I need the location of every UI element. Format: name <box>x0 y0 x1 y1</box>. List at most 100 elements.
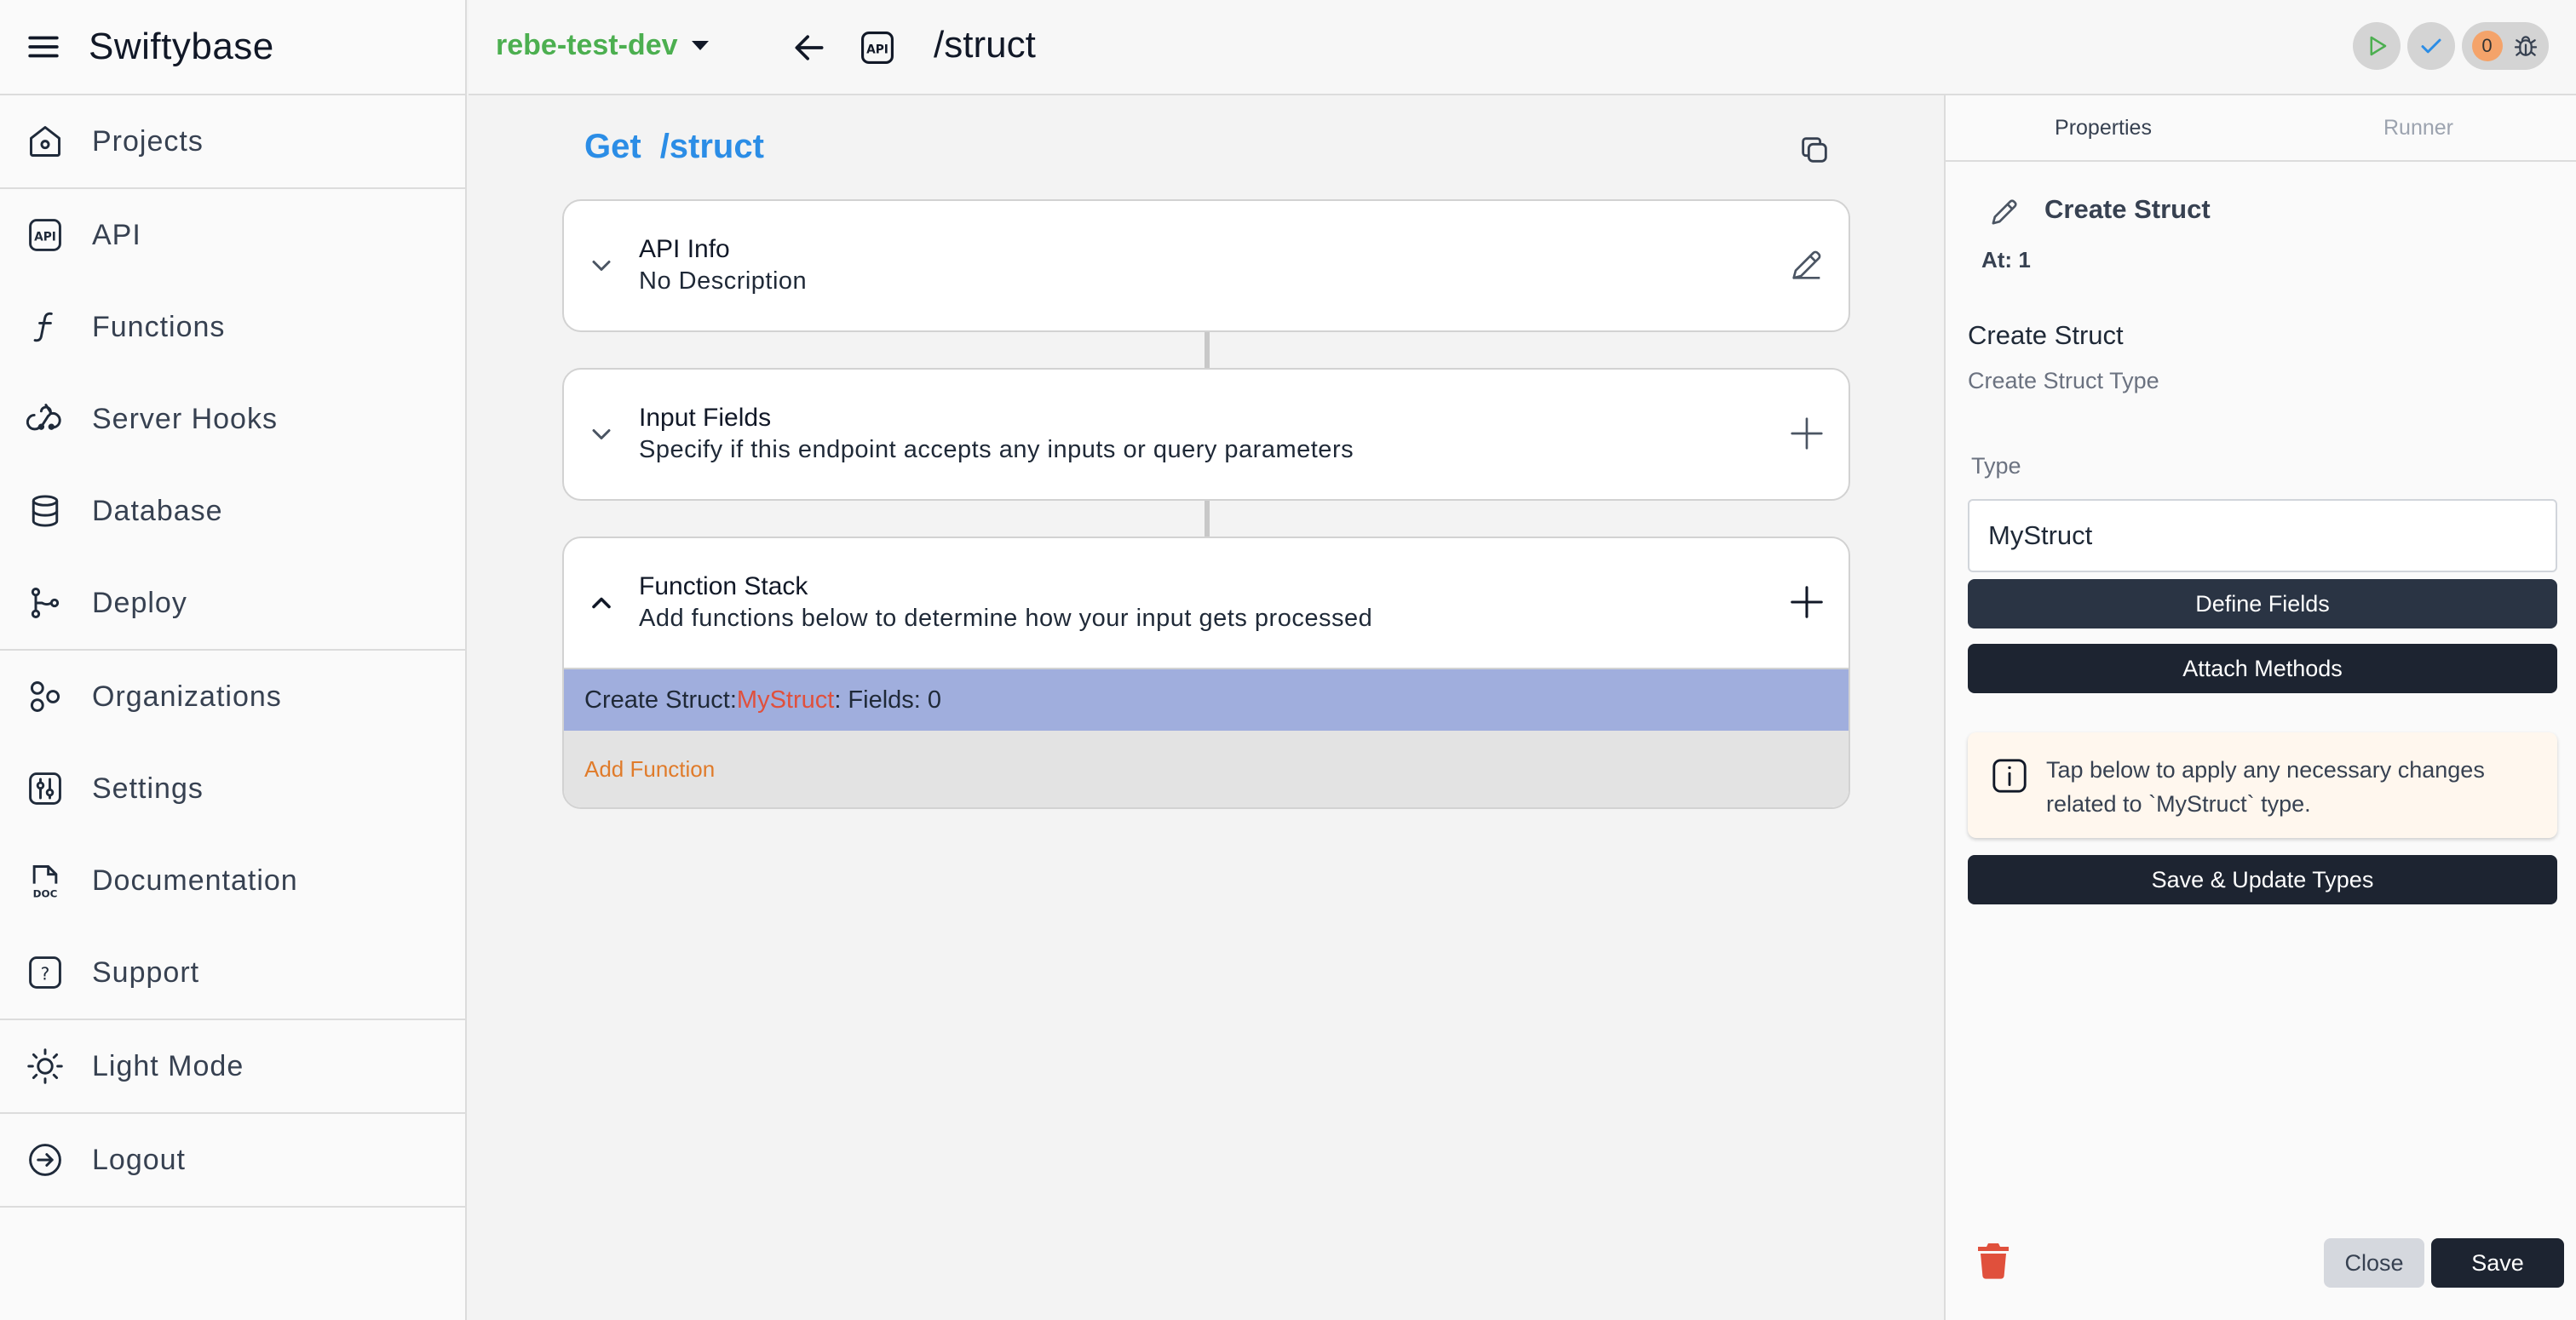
input-fields-header[interactable]: Input Fields Specify if this endpoint ac… <box>564 370 1849 499</box>
api-icon: API <box>859 29 896 66</box>
webhook-icon <box>26 399 65 439</box>
sidebar-item-server-hooks[interactable]: Server Hooks <box>0 373 465 465</box>
sidebar-item-label: Deploy <box>92 586 187 619</box>
save-button[interactable]: Save <box>2431 1238 2564 1288</box>
type-input[interactable] <box>1968 499 2557 572</box>
logout-icon <box>26 1140 65 1179</box>
card-description: Add functions below to determine how you… <box>639 605 1373 632</box>
sidebar-item-label: Organizations <box>92 680 282 713</box>
nav-group-account: Organizations Settings DOC Documentation… <box>0 651 465 1020</box>
caret-down-icon <box>691 41 709 50</box>
endpoint-path: /struct <box>659 128 764 165</box>
edit-pencil-icon[interactable] <box>1787 245 1826 284</box>
function-stack-item[interactable]: Create Struct: MyStruct: Fields: 0 <box>564 668 1849 731</box>
api-icon: API <box>26 215 65 255</box>
hamburger-menu-icon[interactable] <box>26 29 61 65</box>
top-bar: rebe-test-dev API /struct 0 <box>469 0 2576 95</box>
sidebar-item-database[interactable]: Database <box>0 465 465 557</box>
input-fields-card: Input Fields Specify if this endpoint ac… <box>562 368 1850 501</box>
brand-title: Swiftybase <box>89 26 274 67</box>
info-note: Tap below to apply any necessary changes… <box>1968 732 2557 838</box>
card-description: Specify if this endpoint accepts any inp… <box>639 436 1354 463</box>
svg-text:DOC: DOC <box>33 887 58 899</box>
properties-panel: Properties Runner Create Struct At: 1 Cr… <box>1944 95 2576 1320</box>
sidebar-item-light-mode[interactable]: Light Mode <box>0 1020 465 1112</box>
function-icon <box>26 307 65 347</box>
info-note-text: Tap below to apply any necessary changes… <box>2046 757 2485 817</box>
sidebar-item-logout[interactable]: Logout <box>0 1114 465 1206</box>
endpoint-header: Get/struct <box>584 128 764 166</box>
sidebar-item-label: Light Mode <box>92 1049 244 1082</box>
sidebar-item-label: API <box>92 218 141 251</box>
sidebar-item-label: Database <box>92 494 223 527</box>
chevron-up-icon[interactable] <box>586 588 617 618</box>
trash-icon[interactable] <box>1976 1242 2010 1279</box>
sidebar-item-organizations[interactable]: Organizations <box>0 651 465 743</box>
nav-group-theme: Light Mode <box>0 1020 465 1114</box>
organizations-icon <box>26 677 65 716</box>
project-selector[interactable]: rebe-test-dev <box>496 29 709 62</box>
info-icon <box>1990 756 2029 795</box>
sidebar-item-projects[interactable]: Projects <box>0 95 465 187</box>
page-title: /struct <box>934 24 1036 66</box>
database-icon <box>26 491 65 531</box>
validate-button[interactable] <box>2407 22 2455 70</box>
pencil-icon[interactable] <box>1988 194 2022 228</box>
house-icon <box>26 122 65 161</box>
add-input-plus-icon[interactable] <box>1787 414 1826 453</box>
nav-group-logout: Logout <box>0 1114 465 1208</box>
function-item-type: MyStruct <box>736 686 835 714</box>
sun-icon <box>26 1047 65 1086</box>
chevron-down-icon[interactable] <box>586 250 617 281</box>
api-info-header[interactable]: API Info No Description <box>564 201 1849 330</box>
copy-icon[interactable] <box>1797 133 1831 167</box>
tab-runner[interactable]: Runner <box>2261 95 2576 160</box>
function-item-prefix: Create Struct: <box>584 686 737 714</box>
brand-header: Swiftybase <box>0 0 465 95</box>
add-function-link[interactable]: Add Function <box>564 731 1849 807</box>
error-count-badge: 0 <box>2471 31 2503 61</box>
attach-methods-button[interactable]: Attach Methods <box>1968 644 2557 693</box>
api-badge-text: API <box>866 43 888 56</box>
nav-group-build: API API Functions Server Hooks Database <box>0 189 465 651</box>
tab-properties[interactable]: Properties <box>1946 95 2261 160</box>
svg-text:API: API <box>34 230 56 244</box>
card-description: No Description <box>639 267 808 295</box>
sidebar-item-support[interactable]: ? Support <box>0 927 465 1019</box>
sidebar-item-label: Logout <box>92 1143 186 1176</box>
endpoint-editor: Get/struct API Info No Description Input… <box>469 95 1944 1320</box>
connector-line <box>1205 332 1210 368</box>
git-branch-icon <box>26 583 65 623</box>
back-arrow-icon[interactable] <box>791 29 828 66</box>
sidebar-item-documentation[interactable]: DOC Documentation <box>0 835 465 927</box>
sidebar: Swiftybase Projects API API Functions Se… <box>0 0 467 1320</box>
sidebar-item-label: Settings <box>92 772 204 805</box>
status-indicators: 0 <box>2346 22 2549 70</box>
help-icon: ? <box>26 953 65 992</box>
function-stack-header[interactable]: Function Stack Add functions below to de… <box>564 538 1849 668</box>
sidebar-item-label: Support <box>92 956 200 989</box>
debug-button[interactable]: 0 <box>2462 22 2549 70</box>
settings-icon <box>26 769 65 808</box>
api-info-card: API Info No Description <box>562 199 1850 332</box>
sidebar-item-deploy[interactable]: Deploy <box>0 557 465 649</box>
sidebar-item-functions[interactable]: Functions <box>0 281 465 373</box>
chevron-down-icon[interactable] <box>586 419 617 450</box>
section-description: Create Struct Type <box>1968 368 2159 393</box>
add-function-plus-icon[interactable] <box>1787 583 1826 622</box>
type-label: Type <box>1971 453 2021 479</box>
connector-line <box>1205 501 1210 537</box>
close-button[interactable]: Close <box>2324 1238 2424 1288</box>
sidebar-item-api[interactable]: API API <box>0 189 465 281</box>
define-fields-button[interactable]: Define Fields <box>1968 579 2557 628</box>
sidebar-item-label: Functions <box>92 310 226 343</box>
card-title: API Info <box>639 235 730 263</box>
function-stack-card: Function Stack Add functions below to de… <box>562 537 1850 809</box>
sidebar-item-label: Documentation <box>92 864 298 897</box>
panel-title: Create Struct <box>2044 194 2211 224</box>
panel-position: At: 1 <box>1981 247 2031 273</box>
run-button[interactable] <box>2353 22 2401 70</box>
sidebar-item-settings[interactable]: Settings <box>0 743 465 835</box>
function-item-suffix: : Fields: 0 <box>834 686 942 714</box>
save-update-types-button[interactable]: Save & Update Types <box>1968 855 2557 904</box>
